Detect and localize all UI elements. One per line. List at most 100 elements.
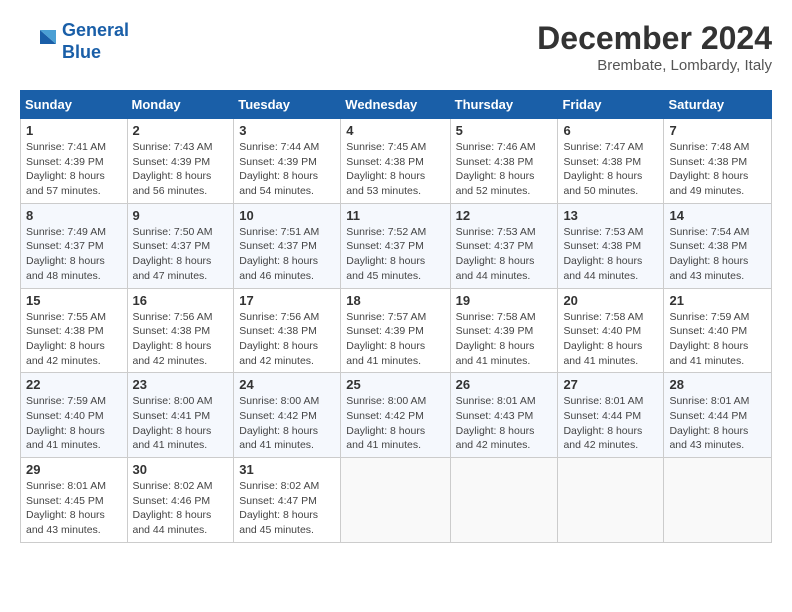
cell-info: Sunrise: 7:57 AMSunset: 4:39 PMDaylight:… (346, 310, 444, 369)
calendar-cell: 30Sunrise: 8:02 AMSunset: 4:46 PMDayligh… (127, 458, 234, 543)
cell-info: Sunrise: 7:48 AMSunset: 4:38 PMDaylight:… (669, 140, 766, 199)
calendar-cell: 4 Sunrise: 7:45 AMSunset: 4:38 PMDaylight… (341, 119, 450, 204)
day-number: 6 (563, 123, 658, 138)
calendar-cell: 16 Sunrise: 7:56 AMSunset: 4:38 PMDayligh… (127, 288, 234, 373)
day-number: 27 (563, 377, 658, 392)
calendar-cell: 3Sunrise: 7:44 AMSunset: 4:39 PMDaylight… (234, 119, 341, 204)
day-number: 17 (239, 293, 335, 308)
calendar-cell: 2 Sunrise: 7:43 AMSunset: 4:39 PMDaylight… (127, 119, 234, 204)
logo-line2: Blue (62, 42, 101, 62)
calendar-cell: 9 Sunrise: 7:50 AMSunset: 4:37 PMDaylight… (127, 203, 234, 288)
calendar-cell: 26 Sunrise: 8:01 AMSunset: 4:43 PMDayligh… (450, 373, 558, 458)
day-number: 7 (669, 123, 766, 138)
calendar-cell: 10 Sunrise: 7:51 AMSunset: 4:37 PMDayligh… (234, 203, 341, 288)
day-number: 25 (346, 377, 444, 392)
calendar-cell (450, 458, 558, 543)
cell-info: Sunrise: 7:53 AMSunset: 4:38 PMDaylight:… (563, 225, 658, 284)
cell-info: Sunrise: 7:41 AMSunset: 4:39 PMDaylight:… (26, 140, 122, 199)
day-number: 21 (669, 293, 766, 308)
calendar-table: SundayMondayTuesdayWednesdayThursdayFrid… (20, 90, 772, 543)
calendar-week-row: 1 Sunrise: 7:41 AMSunset: 4:39 PMDaylight… (21, 119, 772, 204)
calendar-cell: 27 Sunrise: 8:01 AMSunset: 4:44 PMDayligh… (558, 373, 664, 458)
day-number: 15 (26, 293, 122, 308)
logo-text: General Blue (62, 20, 129, 63)
day-number: 1 (26, 123, 122, 138)
weekday-header-saturday: Saturday (664, 91, 772, 119)
day-number: 18 (346, 293, 444, 308)
calendar-week-row: 22Sunrise: 7:59 AMSunset: 4:40 PMDayligh… (21, 373, 772, 458)
calendar-cell (558, 458, 664, 543)
calendar-week-row: 29 Sunrise: 8:01 AMSunset: 4:45 PMDayligh… (21, 458, 772, 543)
calendar-cell: 15 Sunrise: 7:55 AMSunset: 4:38 PMDayligh… (21, 288, 128, 373)
cell-info: Sunrise: 8:01 AMSunset: 4:45 PMDaylight:… (26, 479, 122, 538)
day-number: 13 (563, 208, 658, 223)
day-number: 29 (26, 462, 122, 477)
month-title: December 2024 (537, 20, 772, 57)
cell-info: Sunrise: 7:58 AMSunset: 4:40 PMDaylight:… (563, 310, 658, 369)
day-number: 16 (133, 293, 229, 308)
day-number: 28 (669, 377, 766, 392)
day-number: 12 (456, 208, 553, 223)
cell-info: Sunrise: 7:43 AMSunset: 4:39 PMDaylight:… (133, 140, 229, 199)
cell-info: Sunrise: 7:58 AMSunset: 4:39 PMDaylight:… (456, 310, 553, 369)
weekday-header-tuesday: Tuesday (234, 91, 341, 119)
day-number: 26 (456, 377, 553, 392)
cell-info: Sunrise: 7:44 AMSunset: 4:39 PMDaylight:… (239, 140, 335, 199)
day-number: 2 (133, 123, 229, 138)
cell-info: Sunrise: 8:02 AMSunset: 4:46 PMDaylight:… (133, 479, 229, 538)
day-number: 24 (239, 377, 335, 392)
cell-info: Sunrise: 7:51 AMSunset: 4:37 PMDaylight:… (239, 225, 335, 284)
day-number: 4 (346, 123, 444, 138)
weekday-header-monday: Monday (127, 91, 234, 119)
calendar-cell: 29 Sunrise: 8:01 AMSunset: 4:45 PMDayligh… (21, 458, 128, 543)
logo-icon (20, 24, 56, 60)
day-number: 14 (669, 208, 766, 223)
calendar-cell: 14 Sunrise: 7:54 AMSunset: 4:38 PMDayligh… (664, 203, 772, 288)
calendar-cell: 25 Sunrise: 8:00 AMSunset: 4:42 PMDayligh… (341, 373, 450, 458)
calendar-cell: 19 Sunrise: 7:58 AMSunset: 4:39 PMDayligh… (450, 288, 558, 373)
cell-info: Sunrise: 8:01 AMSunset: 4:44 PMDaylight:… (669, 394, 766, 453)
weekday-header-thursday: Thursday (450, 91, 558, 119)
day-number: 9 (133, 208, 229, 223)
cell-info: Sunrise: 8:01 AMSunset: 4:44 PMDaylight:… (563, 394, 658, 453)
cell-info: Sunrise: 7:45 AMSunset: 4:38 PMDaylight:… (346, 140, 444, 199)
logo: General Blue (20, 20, 129, 63)
calendar-header-row: SundayMondayTuesdayWednesdayThursdayFrid… (21, 91, 772, 119)
cell-info: Sunrise: 7:54 AMSunset: 4:38 PMDaylight:… (669, 225, 766, 284)
cell-info: Sunrise: 7:55 AMSunset: 4:38 PMDaylight:… (26, 310, 122, 369)
day-number: 19 (456, 293, 553, 308)
calendar-week-row: 8Sunrise: 7:49 AMSunset: 4:37 PMDaylight… (21, 203, 772, 288)
cell-info: Sunrise: 7:52 AMSunset: 4:37 PMDaylight:… (346, 225, 444, 284)
cell-info: Sunrise: 7:59 AMSunset: 4:40 PMDaylight:… (26, 394, 122, 453)
day-number: 31 (239, 462, 335, 477)
calendar-cell: 8Sunrise: 7:49 AMSunset: 4:37 PMDaylight… (21, 203, 128, 288)
cell-info: Sunrise: 7:56 AMSunset: 4:38 PMDaylight:… (133, 310, 229, 369)
calendar-week-row: 15 Sunrise: 7:55 AMSunset: 4:38 PMDayligh… (21, 288, 772, 373)
calendar-cell: 28 Sunrise: 8:01 AMSunset: 4:44 PMDayligh… (664, 373, 772, 458)
day-number: 20 (563, 293, 658, 308)
day-number: 11 (346, 208, 444, 223)
calendar-cell: 17 Sunrise: 7:56 AMSunset: 4:38 PMDayligh… (234, 288, 341, 373)
calendar-cell: 18 Sunrise: 7:57 AMSunset: 4:39 PMDayligh… (341, 288, 450, 373)
calendar-cell: 31 Sunrise: 8:02 AMSunset: 4:47 PMDayligh… (234, 458, 341, 543)
cell-info: Sunrise: 8:02 AMSunset: 4:47 PMDaylight:… (239, 479, 335, 538)
cell-info: Sunrise: 7:50 AMSunset: 4:37 PMDaylight:… (133, 225, 229, 284)
cell-info: Sunrise: 7:53 AMSunset: 4:37 PMDaylight:… (456, 225, 553, 284)
calendar-cell: 24 Sunrise: 8:00 AMSunset: 4:42 PMDayligh… (234, 373, 341, 458)
calendar-cell (341, 458, 450, 543)
day-number: 10 (239, 208, 335, 223)
calendar-cell: 6Sunrise: 7:47 AMSunset: 4:38 PMDaylight… (558, 119, 664, 204)
calendar-cell: 22Sunrise: 7:59 AMSunset: 4:40 PMDayligh… (21, 373, 128, 458)
cell-info: Sunrise: 8:00 AMSunset: 4:41 PMDaylight:… (133, 394, 229, 453)
calendar-cell: 23Sunrise: 8:00 AMSunset: 4:41 PMDayligh… (127, 373, 234, 458)
cell-info: Sunrise: 7:49 AMSunset: 4:37 PMDaylight:… (26, 225, 122, 284)
cell-info: Sunrise: 7:56 AMSunset: 4:38 PMDaylight:… (239, 310, 335, 369)
cell-info: Sunrise: 8:00 AMSunset: 4:42 PMDaylight:… (346, 394, 444, 453)
logo-line1: General (62, 20, 129, 40)
cell-info: Sunrise: 8:00 AMSunset: 4:42 PMDaylight:… (239, 394, 335, 453)
page-header: General Blue December 2024 Brembate, Lom… (20, 20, 772, 74)
calendar-cell (664, 458, 772, 543)
cell-info: Sunrise: 8:01 AMSunset: 4:43 PMDaylight:… (456, 394, 553, 453)
cell-info: Sunrise: 7:46 AMSunset: 4:38 PMDaylight:… (456, 140, 553, 199)
calendar-cell: 12 Sunrise: 7:53 AMSunset: 4:37 PMDayligh… (450, 203, 558, 288)
